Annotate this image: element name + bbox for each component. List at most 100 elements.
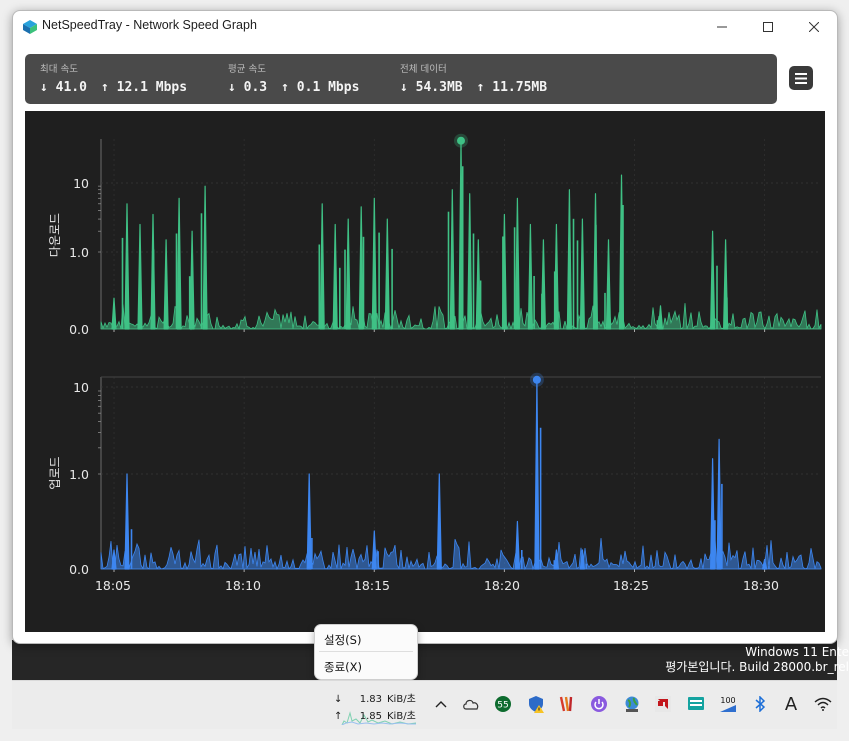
windows-eval-watermark: Windows 11 Ente 평가본입니다. Build 28000.br_r… <box>665 645 849 675</box>
download-spike <box>566 189 572 330</box>
x-tick-1805: 18:05 <box>95 578 131 593</box>
cloud-icon <box>463 699 479 710</box>
watermark-line-1: Windows 11 Ente <box>745 645 849 659</box>
chevron-up-icon <box>435 701 447 708</box>
bluetooth-icon <box>755 696 766 712</box>
wifi-icon <box>814 697 832 711</box>
total-data-group: 전체 데이터 ↓ 54.3MB ↑ 11.75MB <box>400 61 547 95</box>
x-tick-1825: 18:25 <box>613 578 649 593</box>
download-spike <box>467 193 473 330</box>
wifi-tray-button[interactable] <box>812 693 834 715</box>
tray-speed-widget[interactable]: ↓ 1.83 KiB/초 ↑ 1.85 KiB/초 <box>330 685 416 725</box>
x-tick-1810: 18:10 <box>225 578 261 593</box>
avg-speed-group: 평균 속도 ↓ 0.3 ↑ 0.1 Mbps <box>228 61 359 95</box>
x-tick-1815: 18:15 <box>354 578 390 593</box>
badge-55-text: 55 <box>497 701 508 711</box>
total-data-up: ↑ 11.75MB <box>476 80 548 95</box>
maximize-button[interactable] <box>745 11 791 43</box>
tray-up-value: 1.85 <box>359 711 382 722</box>
download-peak-marker <box>457 136 465 145</box>
title-bar[interactable]: NetSpeedTray - Network Speed Graph <box>13 11 837 43</box>
shield-warning-icon <box>529 696 544 713</box>
x-tick-1830: 18:30 <box>743 578 779 593</box>
menu-item-settings[interactable]: 설정(S) <box>324 632 361 648</box>
total-data-label: 전체 데이터 <box>400 64 447 75</box>
download-spike <box>345 218 351 330</box>
amd-logo-icon <box>655 696 671 712</box>
tray-overflow-chevron[interactable] <box>430 693 452 715</box>
network-globe-tray-button[interactable] <box>621 693 643 715</box>
download-spike <box>710 230 716 330</box>
onedrive-tray-button[interactable] <box>460 693 482 715</box>
avg-speed-value: ↓ 0.3 ↑ 0.1 Mbps <box>228 80 359 95</box>
download-spike <box>657 305 664 330</box>
upload-spike <box>534 379 540 570</box>
display-100-tray-button[interactable]: 100 <box>717 693 739 715</box>
tray-up-arrow: ↑ <box>334 711 343 722</box>
download-spike <box>189 230 195 330</box>
tray-down-unit: KiB/초 <box>387 694 416 705</box>
netspeedtray-app-icon <box>23 20 37 34</box>
download-spike <box>475 239 481 330</box>
stats-header: 최대 속도 ↓ 41.0 ↑ 12.1 Mbps 평균 속도 ↓ 0.3 ↑ 0.1… <box>25 54 777 104</box>
taskbar: ↓ 1.83 KiB/초 ↑ 1.85 KiB/초 55 100 A <box>12 680 837 729</box>
badge-100-text: 100 <box>720 696 735 705</box>
upload-spike <box>371 530 377 570</box>
maximize-icon <box>763 22 773 32</box>
download-spike <box>449 189 455 330</box>
tray-upload-speed: ↑ 1.85 KiB/초 <box>330 707 416 722</box>
max-speed-value: ↓ 41.0 ↑ 12.1 Mbps <box>40 80 187 95</box>
upload-spike <box>710 458 716 570</box>
hamburger-menu-button[interactable] <box>789 66 813 90</box>
ime-language-button[interactable]: A <box>780 693 802 715</box>
tray-down-arrow: ↓ <box>334 694 343 705</box>
download-spike <box>176 197 182 330</box>
avg-speed-up: ↑ 0.1 Mbps <box>281 80 360 95</box>
total-data-value: ↓ 54.3MB ↑ 11.75MB <box>400 80 547 95</box>
avg-speed-label: 평균 속도 <box>228 64 266 75</box>
upload-spike <box>514 520 520 570</box>
upload-tick-10: 10 <box>73 380 89 395</box>
badge-55-tray-button[interactable]: 55 <box>492 693 514 715</box>
network-speed-graph[interactable]: 다운로드 업로드 10 1.0 0.0 10 1.0 0.0 18:05 18:… <box>25 111 825 632</box>
download-spike <box>358 206 364 330</box>
menu-item-exit[interactable]: 종료(X) <box>324 659 362 675</box>
power-tray-button[interactable] <box>588 693 610 715</box>
max-speed-group: 최대 속도 ↓ 41.0 ↑ 12.1 Mbps <box>40 61 187 95</box>
max-speed-down: ↓ 41.0 <box>40 80 87 95</box>
upload-spike <box>306 473 312 570</box>
axes: 다운로드 업로드 10 1.0 0.0 10 1.0 0.0 18:05 18:… <box>48 176 779 593</box>
tray-up-unit: KiB/초 <box>387 711 416 722</box>
bluetooth-tray-button[interactable] <box>749 693 771 715</box>
close-button[interactable] <box>791 11 837 43</box>
upload-peak-marker <box>532 375 541 384</box>
close-icon <box>809 22 819 32</box>
app-window: NetSpeedTray - Network Speed Graph 최대 속도… <box>12 10 838 644</box>
menu-separator <box>319 651 413 652</box>
download-axis-label: 다운로드 <box>48 213 62 257</box>
keyboard-icon <box>688 697 704 710</box>
hamburger-icon <box>795 72 807 84</box>
upload-spike <box>716 438 722 570</box>
amd-tray-button[interactable] <box>652 693 674 715</box>
download-tick-1: 1.0 <box>69 245 89 260</box>
security-tray-button[interactable] <box>525 693 547 715</box>
keyboard-tray-button[interactable] <box>685 693 707 715</box>
globe-icon <box>625 696 639 712</box>
minimize-button[interactable] <box>699 11 745 43</box>
display-scale-icon: 100 <box>720 696 736 712</box>
badge-55-icon: 55 <box>495 696 511 712</box>
minimize-icon <box>717 26 727 28</box>
upload-axis-label: 업로드 <box>48 456 62 489</box>
winrar-tray-button[interactable] <box>556 693 578 715</box>
download-spike <box>332 223 338 330</box>
download-series <box>100 133 822 331</box>
avg-speed-down: ↓ 0.3 <box>228 80 268 95</box>
download-tick-0: 0.0 <box>69 322 89 337</box>
download-spike <box>514 197 520 330</box>
upload-spike <box>124 473 130 570</box>
tray-download-speed: ↓ 1.83 KiB/초 <box>330 690 416 705</box>
download-spike <box>124 203 130 330</box>
upload-series <box>100 372 822 571</box>
total-data-down: ↓ 54.3MB <box>400 80 463 95</box>
